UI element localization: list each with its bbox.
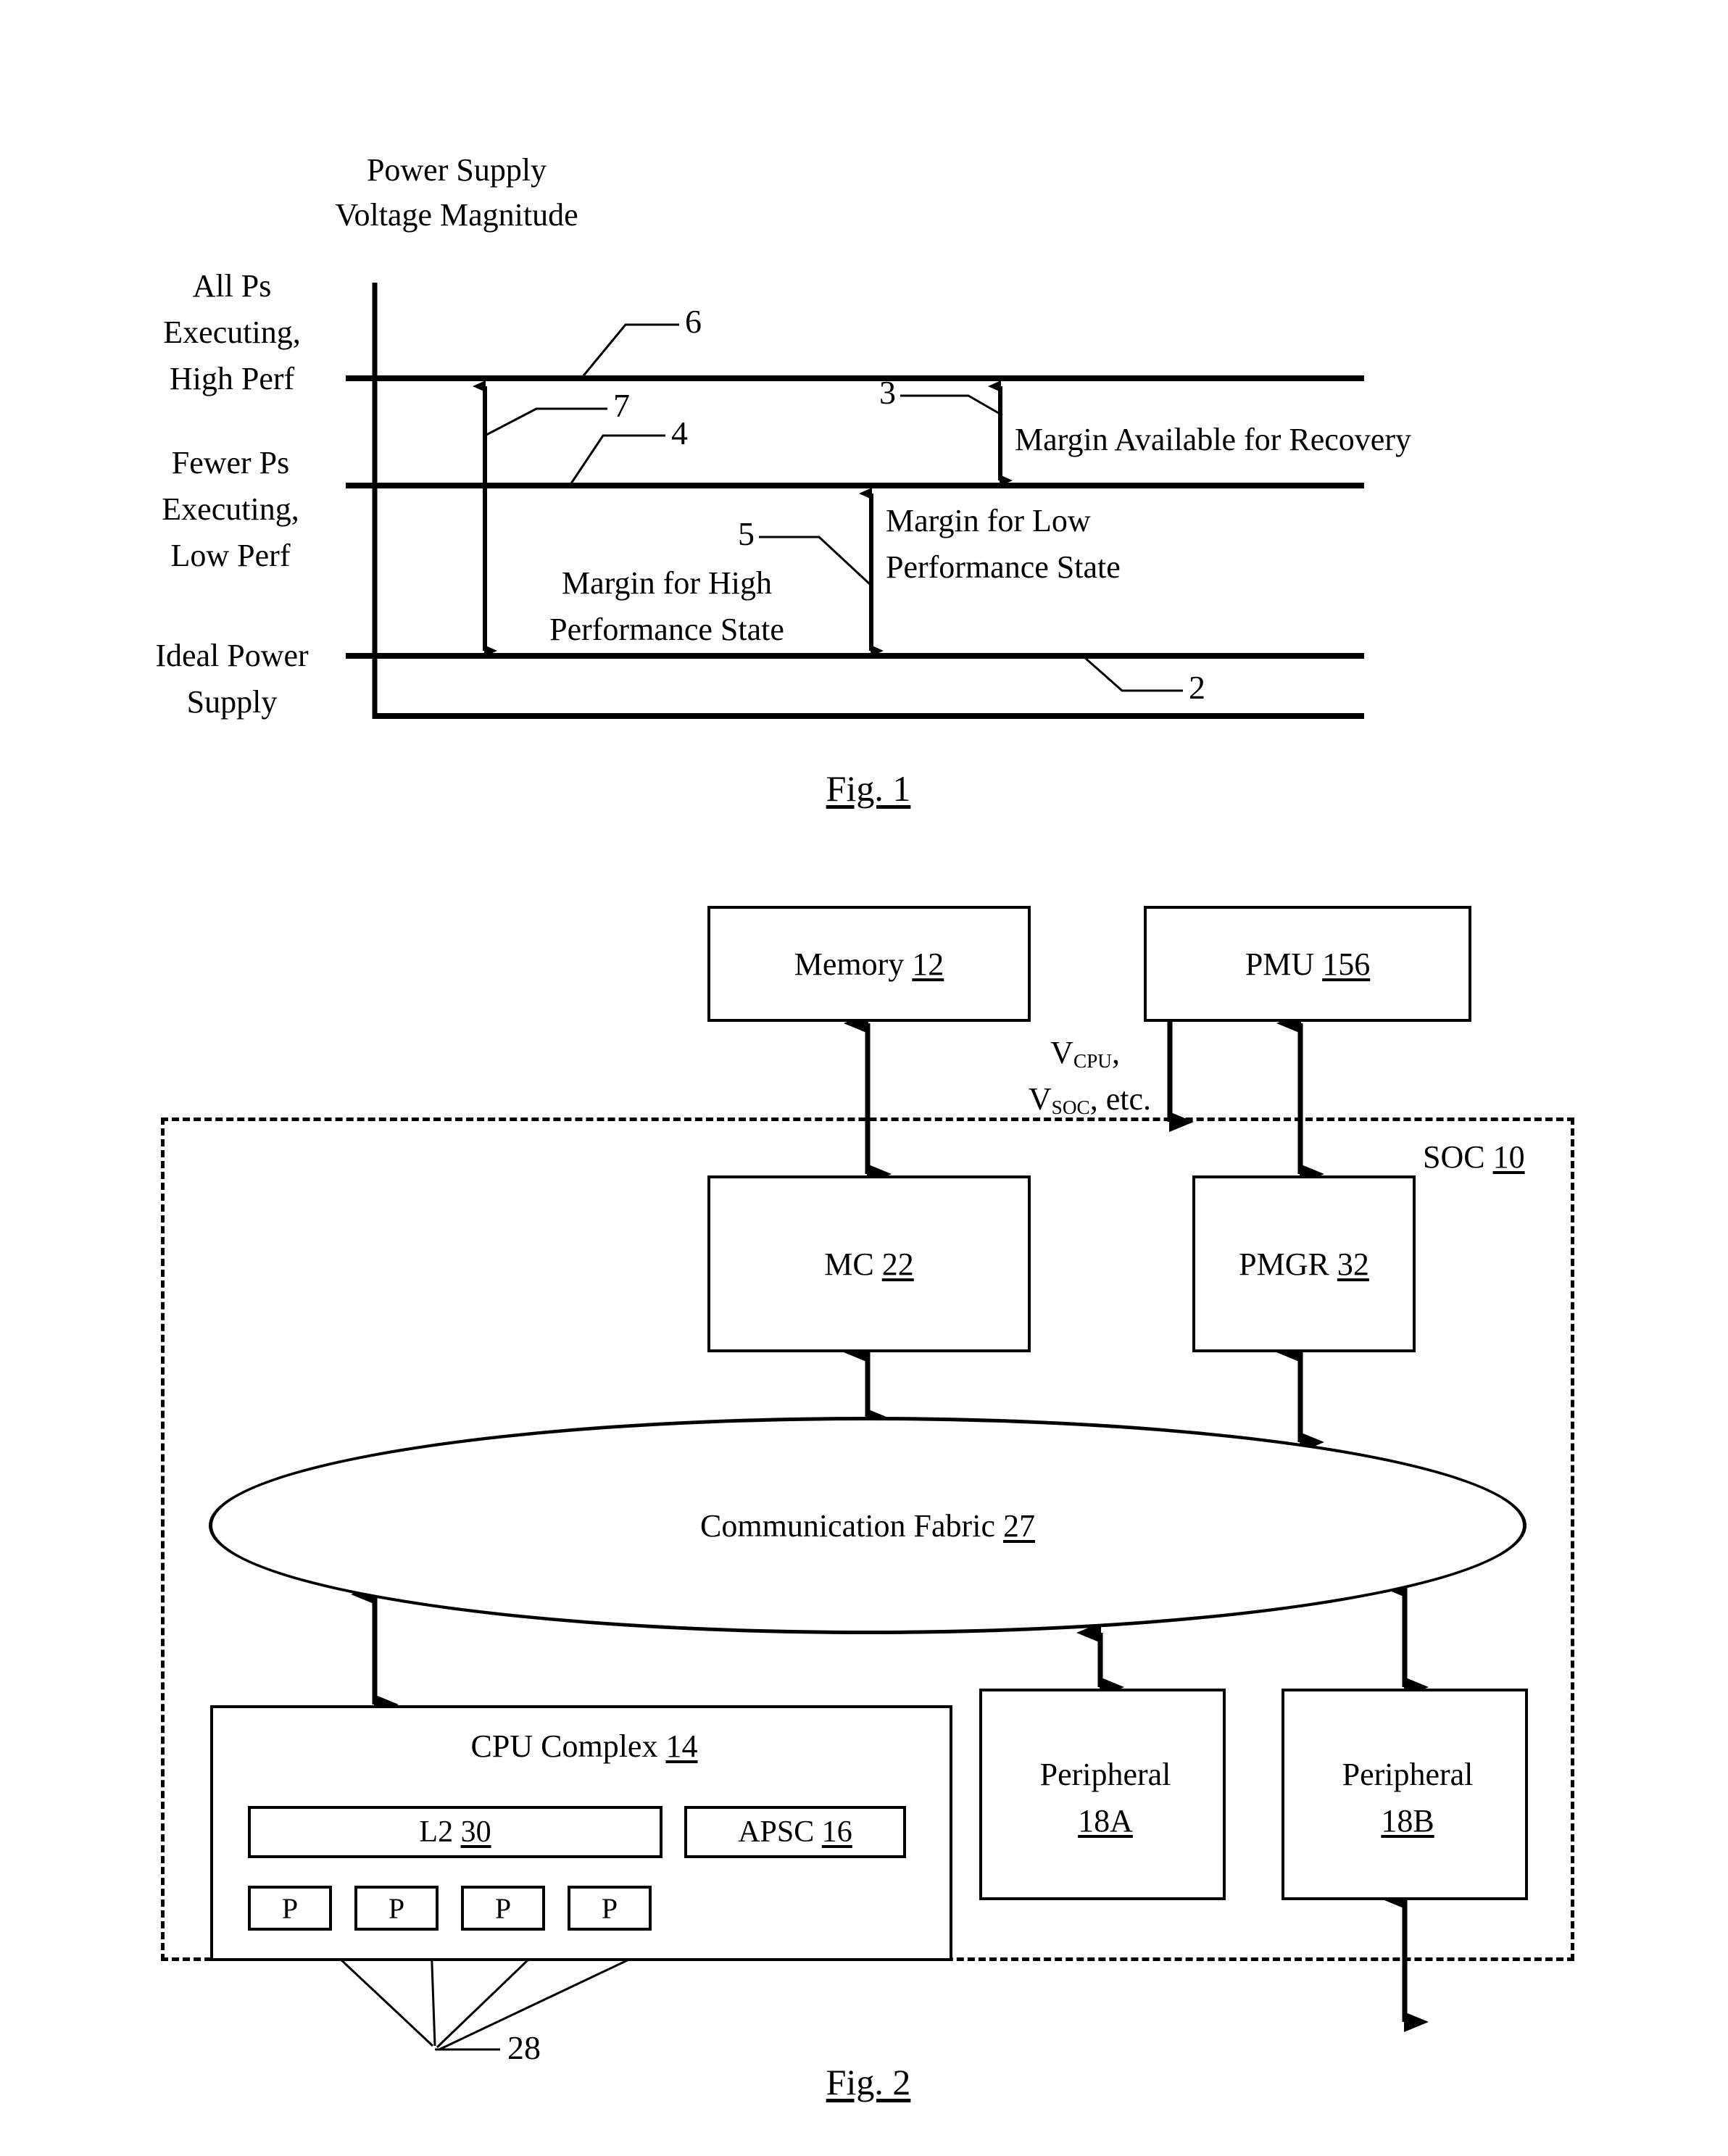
vsoc-label: VSOC, etc. [1028, 1081, 1151, 1118]
apsc-label: APSC 16 [738, 1815, 852, 1849]
processor-label-2: P [494, 1891, 512, 1925]
pmu-box: PMU 156 [1144, 906, 1471, 1022]
mc-box: MC 22 [707, 1175, 1031, 1352]
l2-label: L2 30 [419, 1815, 491, 1849]
peripheral-18b-ref: 18B [1381, 1803, 1434, 1839]
memory-box: Memory 12 [707, 906, 1031, 1022]
figure-2-caption: Fig. 2 [826, 2062, 911, 2102]
peripheral-18a-ref: 18A [1078, 1803, 1133, 1839]
patent-figure-page: Power Supply Voltage Magnitude All Ps Ex… [0, 0, 1728, 2156]
pmgr-box: PMGR 32 [1192, 1175, 1416, 1352]
peripheral-18a-label: Peripheral [1039, 1757, 1171, 1792]
memory-label: Memory 12 [794, 946, 944, 982]
pmgr-label: PMGR 32 [1239, 1246, 1369, 1282]
processor-box-3: P [568, 1886, 652, 1931]
vcpu-label: VCPU, [1050, 1035, 1120, 1072]
mc-label: MC 22 [824, 1246, 914, 1282]
processor-label-0: P [281, 1891, 299, 1925]
peripheral-18a-box: Peripheral 18A [979, 1689, 1226, 1900]
fabric-label: Communication Fabric 27 [700, 1507, 1035, 1544]
processor-ref-28: 28 [507, 2029, 541, 2066]
processor-label-3: P [601, 1891, 618, 1925]
processor-box-2: P [461, 1886, 545, 1931]
cpu-complex-box: CPU Complex 14 L2 30 APSC 16 P P P P [210, 1705, 952, 1961]
peripheral-18b-box: Peripheral 18B [1282, 1689, 1528, 1900]
apsc-box: APSC 16 [684, 1806, 906, 1858]
peripheral-18b-label: Peripheral [1342, 1757, 1474, 1792]
processor-label-1: P [388, 1891, 405, 1925]
communication-fabric: Communication Fabric 27 [209, 1417, 1526, 1634]
processor-box-0: P [248, 1886, 332, 1931]
l2-box: L2 30 [248, 1806, 662, 1858]
processor-box-1: P [354, 1886, 439, 1931]
cpu-complex-label: CPU Complex 14 [470, 1728, 698, 1764]
pmu-label: PMU 156 [1245, 946, 1371, 982]
